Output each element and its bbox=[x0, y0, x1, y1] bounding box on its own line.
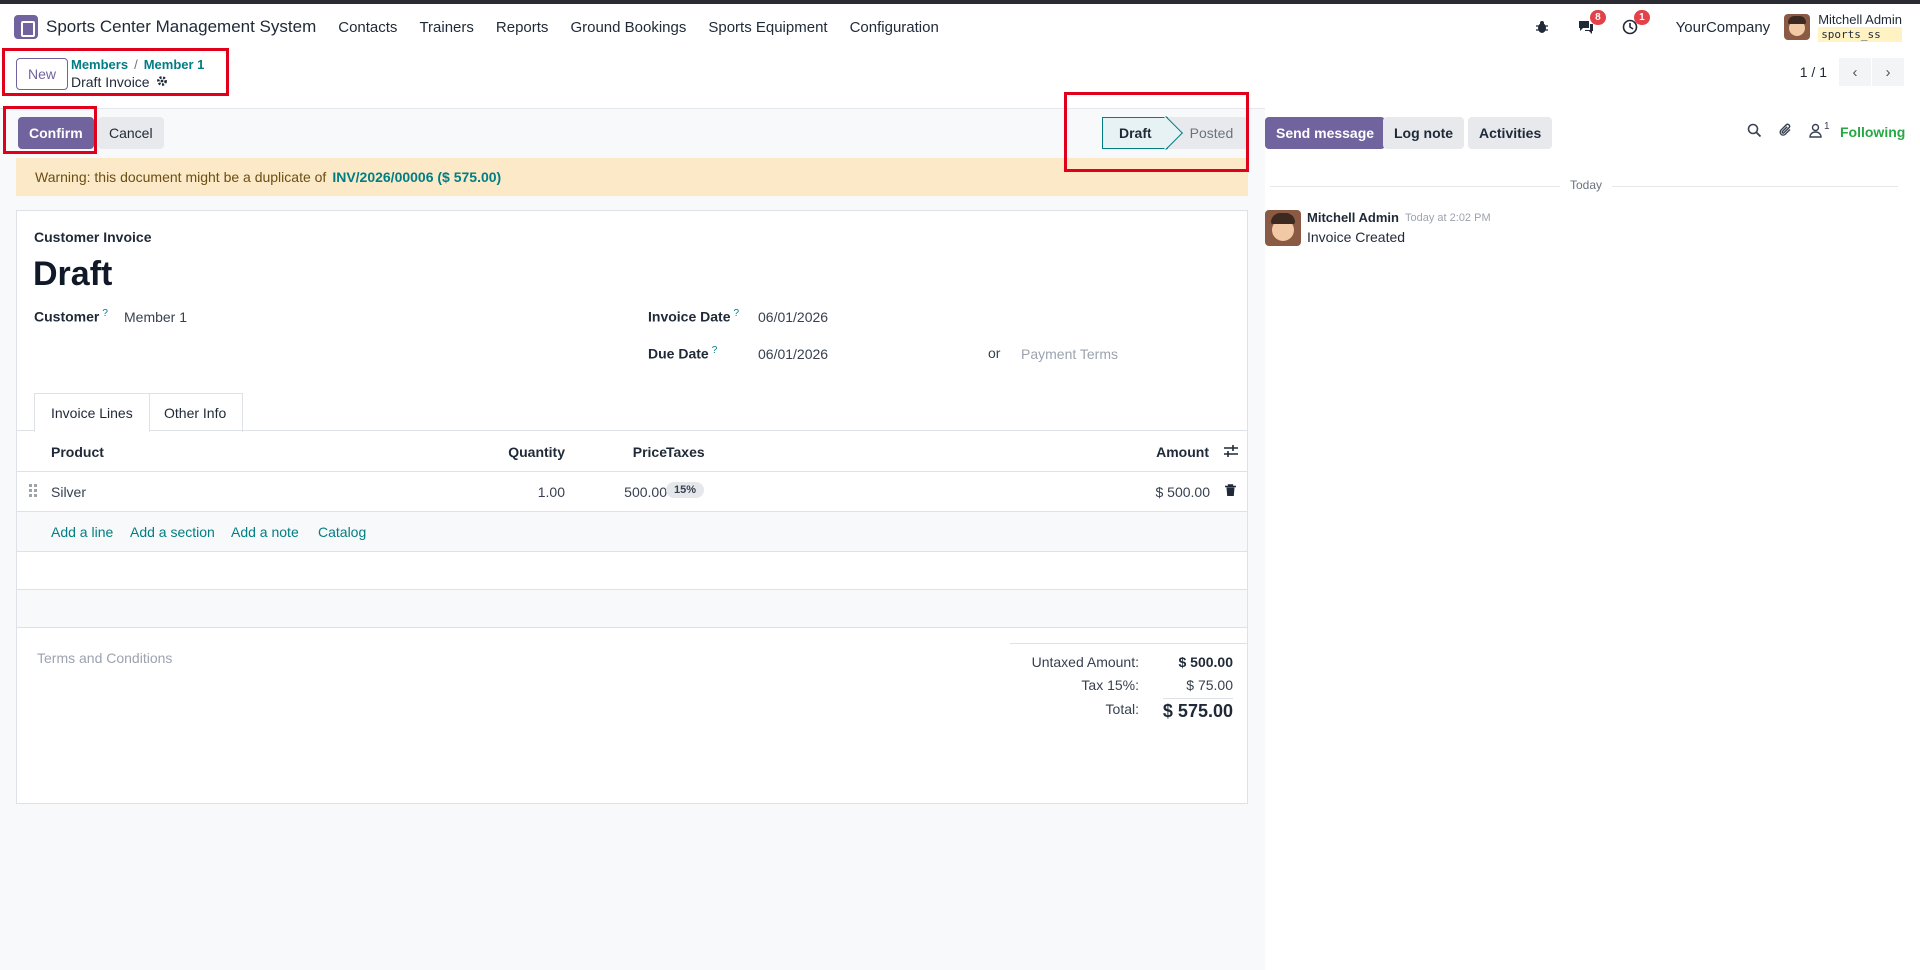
column-price[interactable]: Price bbox=[633, 444, 667, 460]
invoice-date-help-icon[interactable]: ? bbox=[733, 308, 739, 319]
user-avatar[interactable] bbox=[1784, 14, 1811, 40]
add-a-note-link[interactable]: Add a note bbox=[231, 524, 299, 540]
menu-contacts[interactable]: Contacts bbox=[338, 19, 397, 36]
empty-row bbox=[17, 552, 1247, 590]
paperclip-icon[interactable] bbox=[1778, 123, 1793, 142]
menu-ground-bookings[interactable]: Ground Bookings bbox=[570, 19, 686, 36]
customer-field[interactable]: Member 1 bbox=[124, 309, 187, 325]
cancel-button[interactable]: Cancel bbox=[98, 117, 164, 149]
search-icon[interactable] bbox=[1747, 123, 1762, 142]
due-date-label: Due Date? bbox=[648, 345, 718, 362]
terms-and-conditions-field[interactable]: Terms and Conditions bbox=[37, 650, 172, 666]
due-date-field[interactable]: 06/01/2026 bbox=[758, 346, 828, 362]
catalog-link[interactable]: Catalog bbox=[318, 524, 366, 540]
activities-clock-icon[interactable]: 1 bbox=[1620, 10, 1650, 37]
due-date-help-icon[interactable]: ? bbox=[712, 345, 718, 356]
add-a-line-link[interactable]: Add a line bbox=[51, 524, 113, 540]
add-line-row: Add a line Add a section Add a note Cata… bbox=[17, 512, 1247, 552]
line-price[interactable]: 500.00 bbox=[624, 484, 667, 500]
messages-count-badge: 8 bbox=[1590, 10, 1606, 25]
tax-label: Tax 15%: bbox=[1081, 677, 1139, 693]
column-taxes[interactable]: Taxes bbox=[666, 444, 705, 460]
delete-trash-icon[interactable] bbox=[1225, 484, 1236, 500]
or-text: or bbox=[988, 345, 1001, 361]
highlight-box-breadcrumb bbox=[2, 48, 229, 96]
payment-terms-field[interactable]: Payment Terms bbox=[1021, 346, 1118, 362]
customer-help-icon[interactable]: ? bbox=[102, 308, 108, 319]
activities-button[interactable]: Activities bbox=[1468, 117, 1553, 149]
untaxed-amount-value: $ 500.00 bbox=[1178, 654, 1234, 670]
app-logo-icon[interactable] bbox=[14, 15, 38, 39]
optional-columns-icon[interactable] bbox=[1223, 444, 1239, 461]
tax-value: $ 75.00 bbox=[1186, 677, 1233, 693]
empty-row bbox=[17, 590, 1247, 628]
followers-user-icon[interactable] bbox=[1809, 123, 1822, 142]
line-amount: $ 500.00 bbox=[1155, 484, 1211, 500]
invoice-name: Draft bbox=[33, 255, 113, 293]
notebook-tabs: Invoice Lines Other Info bbox=[17, 393, 1247, 432]
message-time: Today at 2:02 PM bbox=[1405, 212, 1491, 224]
log-note-button[interactable]: Log note bbox=[1383, 117, 1465, 149]
pager-value[interactable]: 1 / 1 bbox=[1800, 64, 1827, 80]
app-name[interactable]: Sports Center Management System bbox=[46, 17, 316, 37]
duplicate-invoice-link[interactable]: INV/2026/00006 ($ 575.00) bbox=[332, 169, 501, 185]
line-product[interactable]: Silver bbox=[51, 484, 86, 500]
invoice-totals: Untaxed Amount: $ 500.00 Tax 15%: $ 75.0… bbox=[1010, 643, 1247, 721]
top-navbar: Sports Center Management System Contacts… bbox=[0, 4, 1920, 50]
company-switcher[interactable]: YourCompany bbox=[1676, 19, 1771, 36]
user-name: Mitchell Admin bbox=[1818, 12, 1902, 27]
menu-reports[interactable]: Reports bbox=[496, 19, 549, 36]
invoice-date-label: Invoice Date? bbox=[648, 308, 740, 325]
customer-label: Customer? bbox=[34, 308, 108, 325]
highlight-box-statusbar bbox=[1064, 92, 1249, 172]
column-quantity[interactable]: Quantity bbox=[508, 444, 565, 460]
following-button[interactable]: Following bbox=[1840, 124, 1905, 140]
column-amount[interactable]: Amount bbox=[1156, 444, 1209, 460]
warning-text: Warning: this document might be a duplic… bbox=[35, 169, 327, 185]
add-a-section-link[interactable]: Add a section bbox=[130, 524, 215, 540]
line-tax-badge[interactable]: 15% bbox=[666, 482, 705, 498]
database-name: sports_ss bbox=[1818, 27, 1902, 42]
total-label: Total: bbox=[1105, 701, 1139, 717]
total-value: $ 575.00 bbox=[1162, 698, 1233, 722]
table-row[interactable]: Silver 1.00 500.00 15% $ 500.00 bbox=[17, 472, 1247, 512]
menu-configuration[interactable]: Configuration bbox=[850, 19, 939, 36]
pager-previous-icon[interactable]: ‹ bbox=[1839, 58, 1871, 86]
send-message-button[interactable]: Send message bbox=[1265, 117, 1386, 149]
followers-count: 1 bbox=[1824, 121, 1830, 132]
invoice-date-field[interactable]: 06/01/2026 bbox=[758, 309, 828, 325]
message-author-avatar[interactable] bbox=[1265, 210, 1301, 246]
main-menu: Contacts Trainers Reports Ground Booking… bbox=[338, 19, 961, 36]
message-author[interactable]: Mitchell Admin bbox=[1307, 210, 1399, 225]
tab-invoice-lines[interactable]: Invoice Lines bbox=[34, 393, 150, 432]
navbar-systray: 8 1 YourCompany Mitchell Admin sports_ss bbox=[1508, 4, 1902, 50]
highlight-box-confirm bbox=[3, 106, 97, 154]
menu-sports-equipment[interactable]: Sports Equipment bbox=[708, 19, 827, 36]
document-type: Customer Invoice bbox=[34, 229, 152, 245]
record-pager: 1 / 1 ‹ › bbox=[1800, 58, 1920, 86]
date-separator-label: Today bbox=[1560, 178, 1613, 192]
activities-count-badge: 1 bbox=[1634, 10, 1650, 25]
tab-other-info[interactable]: Other Info bbox=[148, 393, 244, 432]
line-quantity[interactable]: 1.00 bbox=[538, 484, 565, 500]
message-body: Invoice Created bbox=[1307, 229, 1406, 245]
untaxed-amount-label: Untaxed Amount: bbox=[1031, 654, 1139, 670]
menu-trainers[interactable]: Trainers bbox=[419, 19, 473, 36]
pager-next-icon[interactable]: › bbox=[1872, 58, 1904, 86]
messages-chat-icon[interactable]: 8 bbox=[1576, 10, 1606, 37]
drag-handle-icon[interactable] bbox=[29, 484, 39, 498]
column-product[interactable]: Product bbox=[51, 444, 104, 460]
invoice-sheet: Customer Invoice Draft Customer? Member … bbox=[16, 210, 1248, 804]
lines-table-header: Product Quantity Price Taxes Amount bbox=[17, 432, 1247, 472]
debug-bug-icon[interactable] bbox=[1532, 17, 1552, 37]
user-menu[interactable]: Mitchell Admin sports_ss bbox=[1818, 12, 1902, 42]
